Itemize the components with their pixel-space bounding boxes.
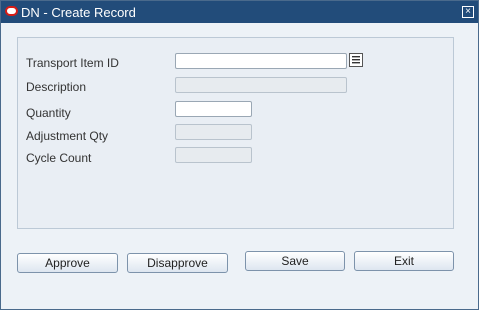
- list-of-values-icon[interactable]: [349, 53, 363, 67]
- exit-button[interactable]: Exit: [354, 251, 454, 271]
- approve-button[interactable]: Approve: [17, 253, 118, 273]
- adjustment-qty-label: Adjustment Qty: [26, 129, 109, 143]
- oracle-icon: [5, 6, 18, 16]
- quantity-label: Quantity: [26, 106, 71, 120]
- cycle-count-label: Cycle Count: [26, 151, 92, 165]
- transport-item-id-input[interactable]: [175, 53, 347, 69]
- close-icon[interactable]: ×: [462, 6, 474, 18]
- disapprove-button[interactable]: Disapprove: [127, 253, 228, 273]
- transport-item-id-label: Transport Item ID: [26, 56, 119, 70]
- save-button[interactable]: Save: [245, 251, 345, 271]
- dialog-window: DN - Create Record × Transport Item ID D…: [0, 0, 479, 310]
- quantity-input[interactable]: [175, 101, 252, 117]
- window-title: DN - Create Record: [21, 5, 136, 20]
- title-bar[interactable]: DN - Create Record ×: [1, 1, 478, 23]
- description-label: Description: [26, 80, 87, 94]
- adjustment-qty-field: [175, 124, 252, 140]
- cycle-count-field: [175, 147, 252, 163]
- description-field: [175, 77, 347, 93]
